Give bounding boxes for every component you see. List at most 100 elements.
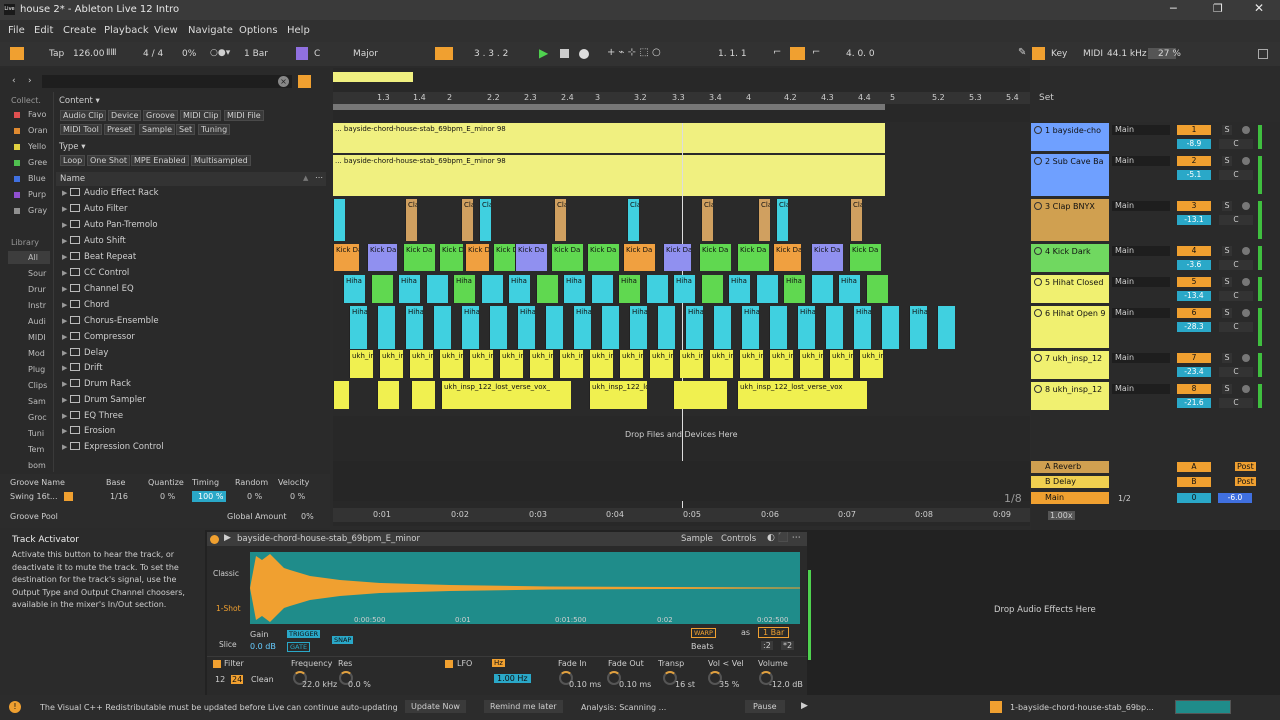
track-volume[interactable]: -8.9 — [1177, 139, 1211, 149]
scale-mode-icon[interactable] — [296, 47, 308, 60]
clip[interactable]: Kick Da — [333, 244, 359, 271]
return-b-activator[interactable]: B — [1177, 477, 1211, 487]
track-volume[interactable]: -5.1 — [1177, 170, 1211, 180]
clip[interactable]: Kick Da — [465, 244, 489, 271]
library-modulators[interactable]: Mod — [28, 349, 45, 358]
clip[interactable] — [769, 306, 787, 349]
return-a-send-post[interactable]: Post — [1235, 462, 1256, 471]
return-a-activator[interactable]: A — [1177, 462, 1211, 472]
track-volume[interactable]: -13.4 — [1177, 291, 1211, 301]
tag-loop[interactable]: Loop — [60, 155, 86, 166]
type-header[interactable]: Type ▾ — [59, 142, 86, 152]
clip[interactable]: ukh_ir — [589, 350, 613, 378]
clip[interactable]: ukh_ir — [499, 350, 523, 378]
key-root-select[interactable]: C — [314, 49, 320, 59]
overdub-icon[interactable]: + ⌁ ⊹ ⬚ ○ — [607, 47, 661, 58]
tag-groove[interactable]: Groove — [143, 110, 178, 121]
tempo-field[interactable]: 126.00 — [73, 49, 105, 59]
clip[interactable]: ukh_insp_122_lost_verse_vox — [737, 381, 867, 409]
clip[interactable] — [645, 275, 668, 303]
tag-device[interactable]: Device — [108, 110, 142, 121]
menu-view[interactable]: View — [154, 25, 178, 36]
global-amount-value[interactable]: 0% — [301, 512, 314, 521]
clip[interactable]: ukh_ir — [649, 350, 673, 378]
key-map-icon[interactable] — [1032, 47, 1045, 60]
sort-icon[interactable]: ▲ — [303, 174, 308, 182]
arm-icon[interactable] — [1242, 385, 1250, 393]
track-volume[interactable]: -13.1 — [1177, 215, 1211, 225]
clip[interactable]: Hiha — [685, 306, 703, 349]
track-activator[interactable]: 1 — [1177, 125, 1211, 135]
clip[interactable]: ukh_ir — [829, 350, 853, 378]
clip-chord-2[interactable]: ... bayside-chord-house-stab_69bpm_E_min… — [333, 155, 885, 196]
tag-midi-tool[interactable]: MIDI Tool — [60, 124, 102, 135]
clip[interactable]: Kick Da — [811, 244, 843, 271]
clip[interactable] — [590, 275, 613, 303]
arm-icon[interactable] — [1242, 247, 1250, 255]
master-fraction[interactable]: 1/2 — [1118, 494, 1131, 503]
device-auto-filter[interactable]: ▶ Auto Filter — [62, 204, 128, 218]
tag-sample[interactable]: Sample — [139, 124, 175, 135]
clip[interactable]: ukh_insp_122_lost_verse_vox_ — [441, 381, 571, 409]
loop-switch-icon[interactable] — [790, 47, 805, 60]
fold-icon[interactable] — [1034, 385, 1042, 393]
clip[interactable]: Hiha — [563, 275, 585, 303]
clip[interactable]: Cla — [627, 199, 639, 241]
device-on-icon[interactable] — [210, 535, 219, 544]
clip[interactable] — [489, 306, 507, 349]
filter-slope-12[interactable]: 12 — [215, 675, 225, 684]
clip[interactable] — [411, 381, 435, 409]
arm-icon[interactable] — [1242, 309, 1250, 317]
track-header-4[interactable]: 4 Kick Dark — [1031, 244, 1109, 272]
track-pan[interactable]: C — [1219, 367, 1253, 377]
play-icon[interactable]: ▶ — [539, 46, 548, 60]
clear-search-icon[interactable]: × — [278, 76, 289, 87]
track-pan[interactable]: C — [1219, 170, 1253, 180]
clip[interactable] — [825, 306, 843, 349]
clip[interactable]: Hiha — [909, 306, 927, 349]
maximize-icon[interactable]: ❐ — [1213, 2, 1223, 15]
output-select[interactable]: Main — [1112, 156, 1170, 166]
collection-gray[interactable]: Gray — [28, 206, 47, 215]
tag-mpe-enabled[interactable]: MPE Enabled — [131, 155, 189, 166]
clip[interactable]: Kick Da — [623, 244, 655, 271]
device-audio-effect-rack[interactable]: ▶ Audio Effect Rack — [62, 188, 159, 202]
time-signature[interactable]: 4 / 4 — [143, 49, 163, 59]
clip[interactable] — [377, 381, 399, 409]
punch-in-icon[interactable]: ⌐ — [773, 47, 781, 58]
filter-toggle-icon[interactable] — [298, 75, 311, 88]
collection-purple[interactable]: Purp — [28, 190, 46, 199]
overview-strip[interactable] — [333, 72, 413, 82]
track-activator[interactable]: 7 — [1177, 353, 1211, 363]
clip[interactable] — [713, 306, 731, 349]
device-expression-control[interactable]: ▶ Expression Control — [62, 442, 164, 456]
clip[interactable]: ukh_ir — [559, 350, 583, 378]
clip[interactable]: Kick Da — [587, 244, 619, 271]
gain-value[interactable]: 0.0 dB — [250, 642, 276, 651]
fold-icon[interactable] — [1034, 354, 1042, 362]
clip[interactable]: Hiha — [741, 306, 759, 349]
time-ruler[interactable]: 0:01 0:02 0:03 0:04 0:05 0:06 0:07 0:08 0:09 — [333, 508, 1030, 522]
clip[interactable]: Kick Da — [737, 244, 769, 271]
collection-yellow[interactable]: Yello — [28, 142, 46, 151]
library-clips[interactable]: Clips — [28, 381, 47, 390]
clip[interactable]: ukh_ir — [619, 350, 643, 378]
track-volume[interactable]: -23.4 — [1177, 367, 1211, 377]
key-map-button[interactable]: Key — [1051, 49, 1067, 59]
groove-base[interactable]: 1/16 — [110, 492, 128, 501]
mode-slice[interactable]: Slice — [219, 640, 237, 649]
filter-toggle[interactable] — [213, 660, 221, 668]
clip[interactable]: Cla — [758, 199, 770, 241]
clip[interactable]: ukh_insp_122_lost_verse_vox — [589, 381, 647, 409]
track-volume[interactable]: -28.3 — [1177, 322, 1211, 332]
filter-type[interactable]: Clean — [251, 675, 274, 684]
clip[interactable] — [370, 275, 393, 303]
draw-mode-icon[interactable]: ✎ — [1018, 47, 1026, 58]
clip[interactable]: ukh_ir — [409, 350, 433, 378]
collection-green[interactable]: Gree — [28, 158, 47, 167]
clip[interactable]: ukh_ir — [469, 350, 493, 378]
device-beat-repeat[interactable]: ▶ Beat Repeat — [62, 252, 136, 266]
half-tempo-button[interactable]: :2 — [761, 641, 773, 650]
scale-select[interactable]: Major — [353, 49, 378, 59]
track-pan[interactable]: C — [1219, 139, 1253, 149]
